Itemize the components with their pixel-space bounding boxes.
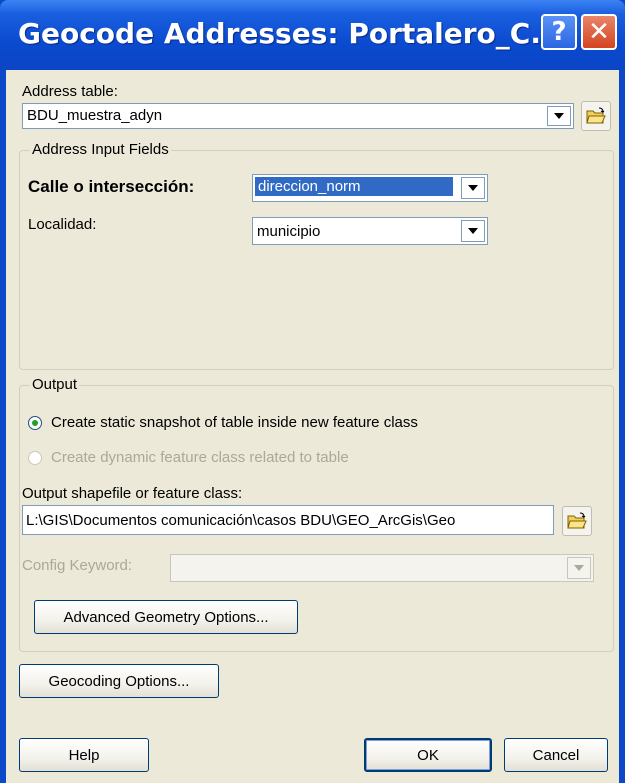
locality-field-dropdown-button[interactable] bbox=[461, 220, 485, 242]
locality-label: Localidad: bbox=[28, 216, 97, 233]
output-file-input[interactable]: L:\GIS\Documentos comunicación\casos BDU… bbox=[22, 505, 554, 535]
config-keyword-dropdown-button bbox=[567, 557, 591, 579]
geocoding-options-label: Geocoding Options... bbox=[48, 672, 190, 690]
address-input-fields-legend: Address Input Fields bbox=[30, 141, 171, 158]
close-button[interactable]: ✕ bbox=[581, 14, 617, 50]
title-bar[interactable]: Geocode Addresses: Portalero_C... ? ✕ bbox=[0, 0, 625, 70]
street-field-value: direccion_norm bbox=[255, 177, 453, 196]
help-button-label: Help bbox=[68, 746, 100, 764]
help-button[interactable]: Help bbox=[19, 738, 149, 772]
config-keyword-combo bbox=[170, 554, 594, 582]
static-snapshot-radio[interactable] bbox=[28, 416, 42, 430]
window-title: Geocode Addresses: Portalero_C... bbox=[18, 17, 563, 50]
output-file-browse-button[interactable] bbox=[562, 506, 592, 536]
locality-field-combo[interactable]: municipio bbox=[252, 217, 488, 245]
chevron-down-icon bbox=[468, 185, 478, 191]
chevron-down-icon bbox=[468, 228, 478, 234]
ok-button-label: OK bbox=[417, 746, 439, 764]
output-file-label: Output shapefile or feature class: bbox=[22, 485, 243, 502]
cancel-button[interactable]: Cancel bbox=[504, 738, 608, 772]
address-table-dropdown-button[interactable] bbox=[547, 106, 571, 126]
radio-selected-dot bbox=[32, 420, 38, 426]
config-keyword-label: Config Keyword: bbox=[22, 557, 133, 574]
street-field-dropdown-button[interactable] bbox=[461, 177, 485, 199]
help-icon: ? bbox=[551, 17, 567, 47]
chevron-down-icon bbox=[574, 565, 584, 571]
address-table-label: Address table: bbox=[22, 83, 118, 100]
chevron-down-icon bbox=[554, 113, 564, 119]
output-file-value: L:\GIS\Documentos comunicación\casos BDU… bbox=[26, 512, 456, 529]
address-table-value: BDU_muestra_adyn bbox=[27, 107, 163, 124]
close-icon: ✕ bbox=[588, 17, 610, 47]
folder-open-icon bbox=[586, 107, 606, 124]
street-field-combo[interactable]: direccion_norm bbox=[252, 174, 488, 202]
dialog-window: Geocode Addresses: Portalero_C... ? ✕ Ad… bbox=[0, 0, 625, 783]
dynamic-feature-label: Create dynamic feature class related to … bbox=[51, 449, 349, 466]
static-snapshot-label[interactable]: Create static snapshot of table inside n… bbox=[51, 414, 418, 431]
help-title-button[interactable]: ? bbox=[541, 14, 577, 50]
advanced-geometry-options-button[interactable]: Advanced Geometry Options... bbox=[34, 600, 298, 634]
dynamic-feature-radio bbox=[28, 451, 42, 465]
address-table-open-button[interactable] bbox=[581, 101, 611, 131]
address-table-combo[interactable]: BDU_muestra_adyn bbox=[22, 103, 574, 129]
output-legend: Output bbox=[30, 376, 80, 393]
folder-open-icon bbox=[567, 512, 587, 529]
ok-button[interactable]: OK bbox=[364, 738, 492, 772]
street-label: Calle o intersección: bbox=[28, 177, 195, 196]
dialog-client: Address table: BDU_muestra_adyn Address … bbox=[6, 70, 619, 783]
cancel-button-label: Cancel bbox=[532, 746, 580, 764]
advanced-geometry-options-label: Advanced Geometry Options... bbox=[63, 608, 269, 626]
locality-field-value: municipio bbox=[257, 223, 321, 240]
geocoding-options-button[interactable]: Geocoding Options... bbox=[19, 664, 219, 698]
